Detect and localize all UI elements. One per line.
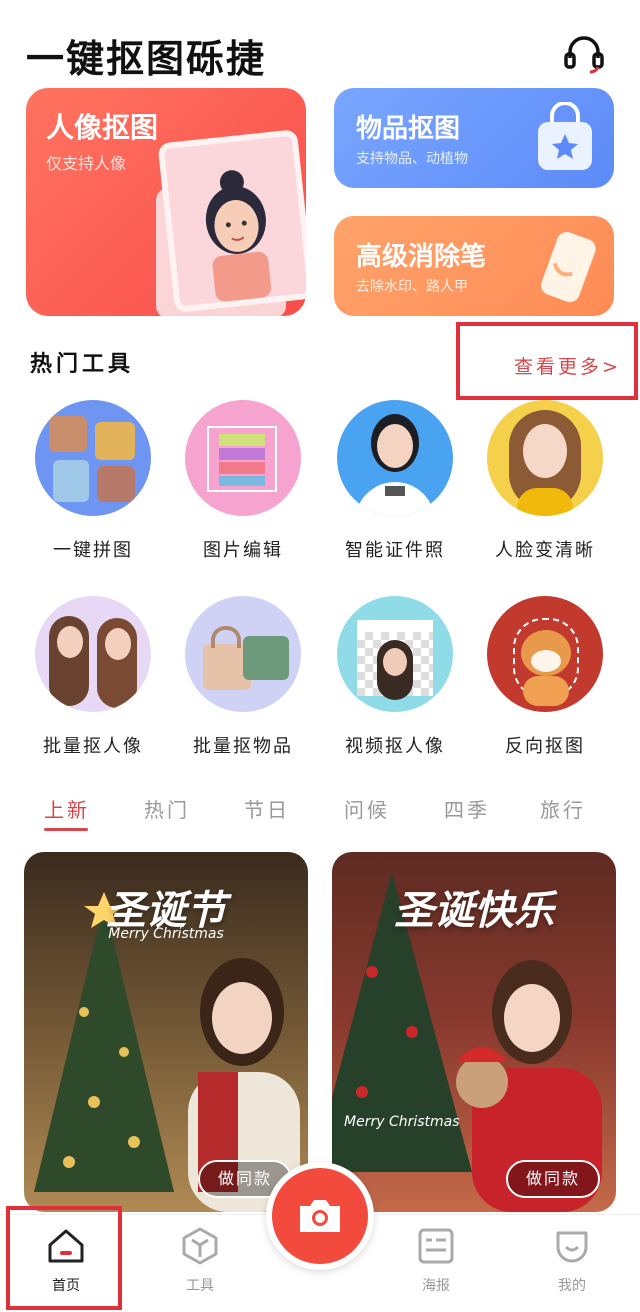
- advanced-eraser-card[interactable]: 高级消除笔 去除水印、路人甲: [334, 216, 614, 316]
- poster-title: 圣诞快乐: [394, 888, 554, 934]
- nav-poster-label: 海报: [422, 1278, 450, 1294]
- poster-subtitle: Merry Christmas: [344, 1114, 460, 1130]
- headset-icon[interactable]: [562, 34, 606, 74]
- object-cutout-card[interactable]: 物品抠图 支持物品、动植物: [334, 88, 614, 188]
- category-tabs: 上新 热门 节日 问候 四季 旅行: [0, 790, 640, 831]
- cube-icon: [150, 1227, 250, 1269]
- hot-tools-title: 热门工具: [30, 352, 135, 377]
- app-title: 一键抠图砾捷: [26, 37, 267, 81]
- tab-festival[interactable]: 节日: [244, 794, 290, 823]
- tool-video-portrait-thumb: [337, 596, 453, 712]
- tool-face-enhance[interactable]: 人脸变清晰: [470, 400, 620, 562]
- advanced-eraser-title: 高级消除笔: [356, 242, 487, 272]
- portrait-illustration: [157, 129, 306, 313]
- tool-collage-thumb: [35, 400, 151, 516]
- tool-video-portrait-label: 视频抠人像: [345, 736, 445, 757]
- tool-id-photo-label: 智能证件照: [345, 540, 445, 561]
- camera-button[interactable]: [266, 1162, 374, 1270]
- tool-batch-portrait-thumb: [35, 596, 151, 712]
- tool-batch-portrait[interactable]: 批量抠人像: [18, 596, 168, 758]
- tool-batch-portrait-label: 批量抠人像: [43, 736, 143, 757]
- tool-id-photo-thumb: [337, 400, 453, 516]
- portrait-cutout-card[interactable]: 人像抠图 仅支持人像: [26, 88, 306, 316]
- tool-reverse-cutout-thumb: [487, 596, 603, 712]
- tool-collage[interactable]: 一键拼图: [18, 400, 168, 562]
- make-same-button[interactable]: 做同款: [506, 1160, 600, 1198]
- tab-seasons[interactable]: 四季: [444, 794, 490, 823]
- active-tab-indicator: [44, 828, 88, 831]
- tool-collage-label: 一键拼图: [53, 540, 133, 561]
- tab-greetings[interactable]: 问候: [344, 794, 390, 823]
- nav-tools-label: 工具: [186, 1278, 214, 1294]
- tab-travel[interactable]: 旅行: [540, 794, 586, 823]
- tool-image-edit-thumb: [185, 400, 301, 516]
- tool-face-enhance-thumb: [487, 400, 603, 516]
- advanced-eraser-subtitle: 去除水印、路人甲: [356, 279, 468, 295]
- tool-batch-object-label: 批量抠物品: [193, 736, 293, 757]
- tool-image-edit-label: 图片编辑: [203, 540, 283, 561]
- nav-profile[interactable]: 我的: [522, 1227, 622, 1295]
- tool-id-photo[interactable]: 智能证件照: [320, 400, 470, 562]
- tool-batch-object[interactable]: 批量抠物品: [168, 596, 318, 758]
- see-more-label: 查看更多>: [514, 356, 621, 378]
- poster-subtitle: Merry Christmas: [108, 926, 224, 942]
- object-cutout-title: 物品抠图: [356, 114, 461, 144]
- poster-icon: [386, 1227, 486, 1269]
- nav-profile-label: 我的: [558, 1278, 586, 1294]
- portrait-cutout-subtitle: 仅支持人像: [46, 154, 127, 173]
- tool-image-edit[interactable]: 图片编辑: [168, 400, 318, 562]
- smile-icon: [522, 1227, 622, 1269]
- camera-icon: [296, 1194, 344, 1240]
- portrait-cutout-title: 人像抠图: [46, 111, 159, 144]
- tool-reverse-cutout[interactable]: 反向抠图: [470, 596, 620, 758]
- poster-card[interactable]: 圣诞节 Merry Christmas 做同款: [24, 852, 308, 1212]
- header: 一键抠图砾捷: [0, 0, 640, 90]
- tool-video-portrait[interactable]: 视频抠人像: [320, 596, 470, 758]
- object-cutout-subtitle: 支持物品、动植物: [356, 151, 468, 167]
- tab-new[interactable]: 上新: [44, 794, 90, 823]
- tool-face-enhance-label: 人脸变清晰: [495, 540, 595, 561]
- eraser-icon: [530, 228, 606, 312]
- nav-poster[interactable]: 海报: [386, 1227, 486, 1295]
- nav-tools[interactable]: 工具: [150, 1227, 250, 1295]
- shopping-bag-icon: [532, 101, 598, 178]
- see-more-link[interactable]: 查看更多>: [456, 322, 638, 400]
- tool-batch-object-thumb: [185, 596, 301, 712]
- poster-card[interactable]: 圣诞快乐 Merry Christmas 做同款: [332, 852, 616, 1212]
- tab-hot[interactable]: 热门: [144, 794, 190, 823]
- home-highlight-frame: [6, 1206, 122, 1310]
- tool-reverse-cutout-label: 反向抠图: [505, 736, 585, 757]
